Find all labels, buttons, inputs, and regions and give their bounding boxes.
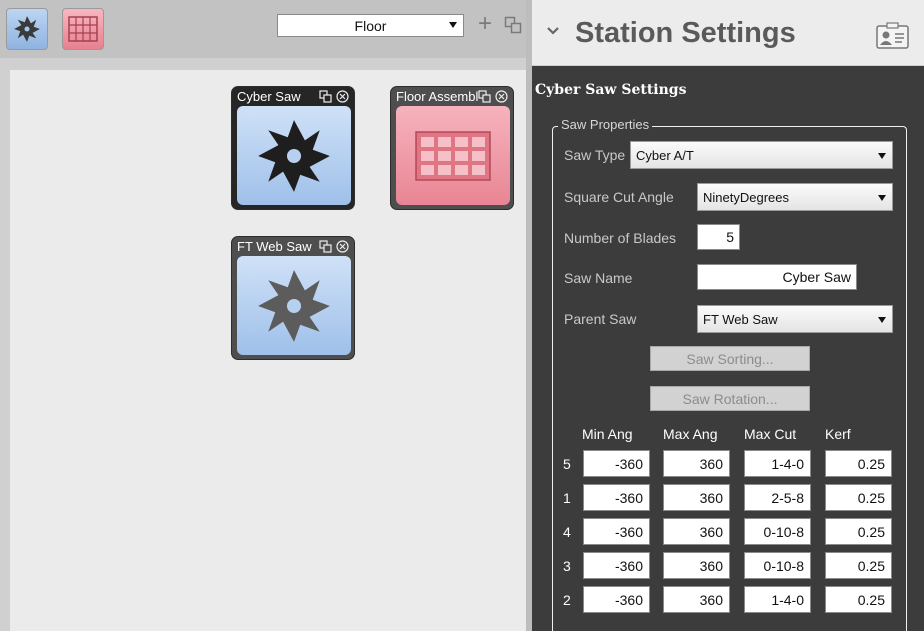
parent-saw-select[interactable]: FT Web Saw [697,305,893,333]
chevron-down-icon[interactable] [546,26,560,36]
saw-blade-icon [14,16,40,42]
saw-type-label: Saw Type [564,147,626,163]
saw-sorting-button[interactable]: Saw Sorting... [650,346,810,371]
min-ang-cell[interactable]: -360 [583,586,650,613]
saw-rotation-button[interactable]: Saw Rotation... [650,386,810,411]
max-ang-cell[interactable]: 360 [663,552,730,579]
max-cut-cell[interactable]: 1-4-0 [744,586,811,613]
column-header-max-cut: Max Cut [744,426,797,442]
toolbar: Floor + [0,0,526,58]
chevron-down-icon [878,153,886,159]
square-cut-angle-select[interactable]: NinetyDegrees [697,183,893,211]
parent-saw-value: FT Web Saw [703,311,778,327]
min-ang-cell[interactable]: -360 [583,450,650,477]
chevron-down-icon [878,317,886,323]
saw-name-value: Cyber Saw [782,269,851,285]
saw-blade-icon [258,119,330,192]
kerf-cell[interactable]: 0.25 [825,484,892,511]
chevron-down-icon [449,22,457,28]
contact-card-icon[interactable] [876,22,909,49]
floor-select[interactable]: Floor [277,14,464,37]
kerf-cell[interactable]: 0.25 [825,450,892,477]
column-header-kerf: Kerf [825,426,851,442]
add-saw-button[interactable] [6,8,48,50]
section-title: Cyber Saw Settings [535,82,687,98]
tile-title: Cyber Saw [237,89,301,104]
station-settings-panel: Station Settings Cyber Saw Settings Saw … [532,0,924,631]
close-icon[interactable] [336,240,349,253]
min-ang-cell[interactable]: -360 [583,484,650,511]
add-assembly-button[interactable] [62,8,104,50]
number-of-blades-field[interactable]: 5 [697,224,740,250]
saw-blade-icon [258,269,330,342]
grid-icon [415,130,491,181]
close-icon[interactable] [336,90,349,103]
chevron-down-icon [878,195,886,201]
station-tile[interactable]: Floor Assembly [390,86,514,210]
close-icon[interactable] [495,90,508,103]
station-tile[interactable]: FT Web Saw [231,236,355,360]
saw-type-select[interactable]: Cyber A/T [630,141,893,169]
floor-canvas[interactable]: Cyber Saw Floor Assembly FT Web Saw [10,70,526,631]
max-cut-cell[interactable]: 0-10-8 [744,552,811,579]
number-of-blades-value: 5 [726,229,734,245]
blade-number: 3 [563,558,571,574]
saw-name-label: Saw Name [564,270,633,286]
tile-body [237,256,351,355]
tile-body [396,106,510,205]
panel-header: Station Settings [532,0,924,66]
plus-icon[interactable]: + [476,12,494,36]
blade-number: 2 [563,592,571,608]
floor-panel: Floor + Cyber Saw Floor Assembly FT Web … [0,0,526,631]
restore-window-icon[interactable] [319,240,332,253]
saw-type-value: Cyber A/T [636,147,694,163]
group-title: Saw Properties [558,117,653,132]
app-window: Floor + Cyber Saw Floor Assembly FT Web … [0,0,924,631]
saw-name-field[interactable]: Cyber Saw [697,264,857,290]
max-ang-cell[interactable]: 360 [663,586,730,613]
floor-select-value: Floor [354,17,387,34]
max-ang-cell[interactable]: 360 [663,518,730,545]
min-ang-cell[interactable]: -360 [583,552,650,579]
max-ang-cell[interactable]: 360 [663,450,730,477]
grid-icon [68,16,98,42]
column-header-max-ang: Max Ang [663,426,718,442]
max-ang-cell[interactable]: 360 [663,484,730,511]
max-cut-cell[interactable]: 0-10-8 [744,518,811,545]
restore-window-icon[interactable] [478,90,491,103]
tile-body [237,106,351,205]
station-tile[interactable]: Cyber Saw [231,86,355,210]
max-cut-cell[interactable]: 2-5-8 [744,484,811,511]
tile-title: Floor Assembly [396,89,478,104]
tile-title: FT Web Saw [237,239,312,254]
kerf-cell[interactable]: 0.25 [825,586,892,613]
restore-window-icon[interactable] [319,90,332,103]
parent-saw-label: Parent Saw [564,311,637,327]
square-cut-angle-label: Square Cut Angle [564,189,674,205]
panel-title: Station Settings [575,17,796,49]
number-of-blades-label: Number of Blades [564,230,677,246]
max-cut-cell[interactable]: 1-4-0 [744,450,811,477]
square-cut-angle-value: NinetyDegrees [703,189,789,205]
blade-number: 1 [563,490,571,506]
kerf-cell[interactable]: 0.25 [825,552,892,579]
kerf-cell[interactable]: 0.25 [825,518,892,545]
column-header-min-ang: Min Ang [582,426,633,442]
restore-window-icon[interactable] [504,16,522,34]
min-ang-cell[interactable]: -360 [583,518,650,545]
blade-number: 4 [563,524,571,540]
blade-number: 5 [563,456,571,472]
